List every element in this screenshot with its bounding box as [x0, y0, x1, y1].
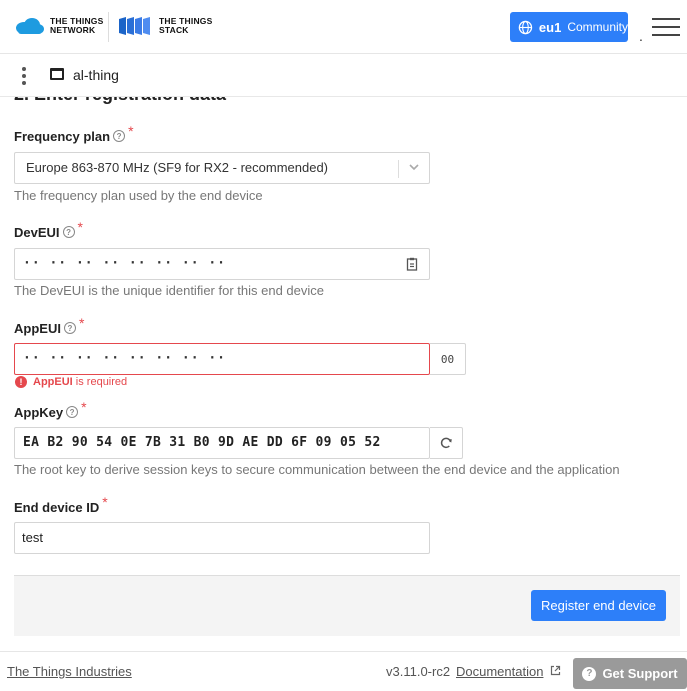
question-icon: ?: [582, 666, 597, 681]
top-header: THE THINGS NETWORK THE THINGS STACK eu1 …: [0, 0, 687, 54]
required-marker: *: [81, 399, 87, 415]
appkey-regenerate-button[interactable]: [430, 427, 463, 459]
appkey-description: The root key to derive session keys to s…: [14, 462, 620, 477]
get-support-label: Get Support: [602, 666, 678, 681]
cluster-region: eu1: [538, 19, 562, 35]
cloud-logo-icon: [16, 18, 44, 34]
header-dot: .: [639, 28, 643, 44]
deveui-value: ·· ·· ·· ·· ·· ·· ·· ··: [23, 256, 227, 271]
select-separator: [398, 160, 399, 178]
appkey-input[interactable]: EA B2 90 54 0E 7B 31 B0 9D AE DD 6F 09 0…: [14, 427, 430, 459]
end-device-id-input[interactable]: test: [14, 522, 430, 554]
cluster-selector-button[interactable]: eu1 Community: [510, 12, 628, 42]
frequency-plan-description: The frequency plan used by the end devic…: [14, 188, 263, 203]
help-icon[interactable]: ?: [62, 226, 75, 238]
appeui-error-message: ! AppEUI is required: [15, 376, 127, 388]
device-breadcrumb-bar: al-thing: [0, 55, 687, 97]
ttn-logo-line2: NETWORK: [50, 25, 96, 35]
required-marker: *: [102, 494, 108, 510]
required-marker: *: [128, 123, 134, 139]
error-icon: !: [15, 376, 27, 388]
refresh-icon: [440, 437, 452, 449]
frequency-plan-label: Frequency plan ? *: [14, 123, 134, 144]
help-icon[interactable]: ?: [66, 406, 79, 418]
footer: The Things Industries v3.11.0-rc2 Docume…: [0, 651, 687, 691]
end-device-id-label-text: End device ID: [14, 499, 100, 515]
company-link[interactable]: The Things Industries: [7, 664, 132, 679]
help-icon[interactable]: ?: [63, 322, 76, 334]
ttn-logo-text: THE THINGS NETWORK: [50, 17, 103, 35]
ttn-logo[interactable]: THE THINGS NETWORK: [14, 17, 103, 35]
deveui-description: The DevEUI is the unique identifier for …: [14, 283, 325, 298]
end-device-id-value: test: [22, 530, 43, 545]
tts-logo[interactable]: THE THINGS STACK: [119, 17, 212, 35]
clipboard-icon[interactable]: [405, 257, 419, 271]
device-icon: [50, 68, 64, 80]
end-device-id-label: End device ID *: [14, 494, 108, 515]
external-link-icon: [550, 665, 561, 676]
documentation-link[interactable]: Documentation: [456, 664, 543, 679]
tts-logo-text: THE THINGS STACK: [159, 17, 212, 35]
globe-icon: [518, 20, 533, 34]
chevron-down-icon: [409, 164, 419, 171]
appeui-label-text: AppEUI: [14, 320, 61, 336]
appkey-value: EA B2 90 54 0E 7B 31 B0 9D AE DD 6F 09 0…: [23, 435, 381, 450]
help-icon[interactable]: ?: [113, 130, 126, 142]
appeui-error-text: is required: [72, 376, 128, 388]
stack-logo-icon: [119, 17, 150, 35]
device-name: al-thing: [73, 67, 119, 83]
cluster-edition: Community: [567, 20, 628, 34]
required-marker: *: [78, 315, 85, 331]
deveui-input[interactable]: ·· ·· ·· ·· ·· ·· ·· ··: [14, 248, 430, 280]
tts-logo-line2: STACK: [159, 25, 189, 35]
required-marker: *: [77, 219, 83, 235]
logo-divider: [108, 12, 109, 42]
version-label: v3.11.0-rc2: [386, 664, 451, 679]
frequency-plan-label-text: Frequency plan: [14, 128, 111, 144]
appkey-label-text: AppKey: [14, 404, 64, 420]
deveui-label-text: DevEUI: [14, 224, 60, 240]
appkey-label: AppKey ? *: [14, 399, 87, 420]
register-end-device-button[interactable]: Register end device: [531, 590, 666, 621]
frequency-plan-select[interactable]: Europe 863-870 MHz (SF9 for RX2 - recomm…: [14, 152, 430, 184]
appeui-error-field: AppEUI: [33, 376, 73, 388]
appeui-label: AppEUI ? *: [14, 315, 84, 336]
get-support-button[interactable]: ? Get Support: [573, 658, 687, 689]
deveui-label: DevEUI ? *: [14, 219, 83, 240]
appeui-fill-zeros-button[interactable]: 00: [430, 343, 466, 375]
appeui-value: ·· ·· ·· ·· ·· ·· ·· ··: [23, 351, 227, 366]
appeui-input[interactable]: ·· ·· ·· ·· ·· ·· ·· ··: [14, 343, 430, 375]
hamburger-icon[interactable]: [652, 18, 680, 36]
frequency-plan-value: Europe 863-870 MHz (SF9 for RX2 - recomm…: [26, 160, 329, 175]
kebab-icon[interactable]: [21, 67, 27, 87]
